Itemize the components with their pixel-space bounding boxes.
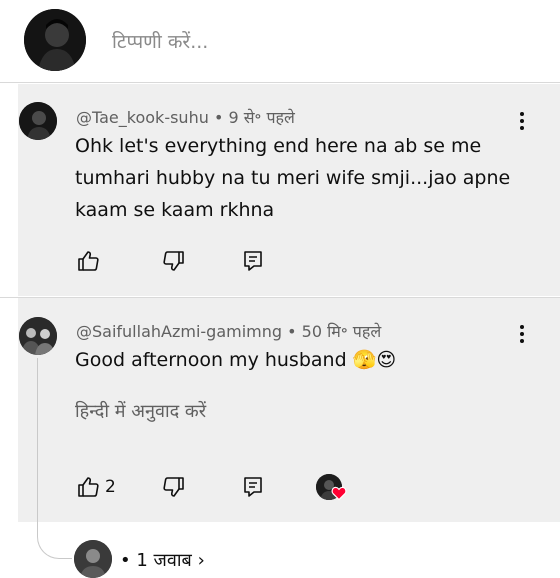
dislike-button[interactable] xyxy=(160,473,188,501)
chevron-right-icon: › xyxy=(197,550,205,571)
comment-time: 9 से॰ पहले xyxy=(228,108,295,127)
reply-icon xyxy=(244,251,262,271)
thumb-up-icon xyxy=(78,477,99,497)
like-button[interactable] xyxy=(74,473,102,501)
more-vertical-icon xyxy=(520,325,524,343)
comment-time: 50 मि॰ पहले xyxy=(301,322,382,341)
author-avatar[interactable] xyxy=(19,317,57,355)
thumb-down-icon xyxy=(163,477,184,497)
more-vertical-icon xyxy=(520,112,524,130)
current-user-avatar xyxy=(24,9,86,71)
thumb-down-icon xyxy=(163,251,184,271)
comment-meta: @SaifullahAzmi-gamimng • 50 मि॰ पहले xyxy=(76,320,381,342)
reply-button[interactable] xyxy=(239,473,267,501)
view-replies-link[interactable]: • 1 जवाब › xyxy=(120,548,205,572)
comment-text: Good afternoon my husband 🫣😍 xyxy=(75,349,397,371)
author-name[interactable]: @Tae_kook-suhu xyxy=(76,108,209,127)
meta-separator: • xyxy=(120,550,131,571)
comment-input[interactable]: टिप्पणी करें... xyxy=(112,28,208,54)
replies-count-label: 1 जवाब xyxy=(136,550,192,571)
author-avatar[interactable] xyxy=(19,102,57,140)
meta-separator: • xyxy=(213,108,224,127)
reply-author-avatar xyxy=(74,540,112,578)
like-button[interactable] xyxy=(74,247,102,275)
dislike-button[interactable] xyxy=(160,247,188,275)
more-options-button[interactable] xyxy=(510,322,534,346)
meta-separator: • xyxy=(287,322,297,341)
reply-button[interactable] xyxy=(239,247,267,275)
reply-icon xyxy=(244,477,262,497)
translate-link[interactable]: हिन्दी में अनुवाद करें xyxy=(75,399,206,423)
heart-icon xyxy=(331,485,347,501)
comment-text: Ohk let's everything end here na ab se m… xyxy=(75,135,511,221)
author-name[interactable]: @SaifullahAzmi-gamimng xyxy=(76,322,282,341)
like-count: 2 xyxy=(105,477,116,497)
divider xyxy=(0,82,560,83)
thumb-up-icon xyxy=(78,251,99,271)
thread-connector xyxy=(37,358,72,559)
comment-meta: @Tae_kook-suhu • 9 से॰ पहले xyxy=(76,106,295,128)
